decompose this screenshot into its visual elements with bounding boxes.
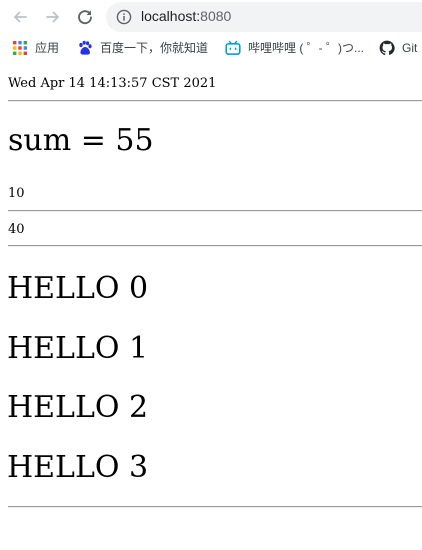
bookmarks-bar: 应用 百度一下，你就知道 哔哩哔哩 ( ゜- ゜)つ... Git xyxy=(0,34,422,62)
number-item: 40 xyxy=(8,222,25,237)
github-icon xyxy=(379,40,395,56)
bookmark-label: Git xyxy=(402,41,418,55)
bookmark-github[interactable]: Git xyxy=(379,39,417,57)
number-item: 10 xyxy=(8,186,25,201)
reload-button[interactable] xyxy=(74,6,96,28)
divider xyxy=(8,210,422,212)
forward-button[interactable] xyxy=(42,6,64,28)
bookmark-label: 百度一下，你就知道 xyxy=(100,41,209,55)
navigation-bar: localhost:8080 xyxy=(0,0,422,34)
bookmark-apps[interactable]: 应用 xyxy=(12,39,59,57)
bookmark-baidu[interactable]: 百度一下，你就知道 xyxy=(77,39,208,57)
bilibili-tv-icon xyxy=(225,40,241,55)
address-bar[interactable]: localhost:8080 xyxy=(106,2,422,32)
bookmark-bilibili[interactable]: 哔哩哔哩 ( ゜- ゜)つ... xyxy=(225,39,364,57)
sum-heading: sum = 55 xyxy=(8,123,154,158)
url-port: 8080 xyxy=(200,8,232,24)
hello-heading: HELLO 2 xyxy=(7,390,149,425)
current-date-text: Wed Apr 14 14:13:57 CST 2021 xyxy=(8,76,217,91)
divider xyxy=(8,506,422,508)
forward-arrow-icon xyxy=(46,11,59,23)
bookmark-label: 哔哩哔哩 ( ゜- ゜)つ... xyxy=(248,41,364,55)
reload-icon xyxy=(78,10,92,25)
url-text[interactable]: localhost:8080 xyxy=(141,8,231,24)
url-host: localhost: xyxy=(141,8,201,24)
page-content: Wed Apr 14 14:13:57 CST 2021 sum = 55 10… xyxy=(0,64,422,550)
back-button[interactable] xyxy=(9,6,31,28)
apps-grid-icon xyxy=(13,41,27,55)
back-arrow-icon xyxy=(14,11,27,23)
browser-chrome: localhost:8080 应用 百度一下，你就知道 哔哩哔哩 (゜- ゜)… xyxy=(0,0,422,64)
info-icon[interactable] xyxy=(116,9,132,25)
hello-heading: HELLO 0 xyxy=(7,271,149,306)
hello-heading: HELLO 1 xyxy=(7,331,149,366)
hello-heading: HELLO 3 xyxy=(7,450,149,485)
divider xyxy=(8,245,422,247)
bookmark-label: 应用 xyxy=(35,41,60,55)
divider xyxy=(8,100,422,102)
baidu-paw-icon xyxy=(79,40,92,55)
